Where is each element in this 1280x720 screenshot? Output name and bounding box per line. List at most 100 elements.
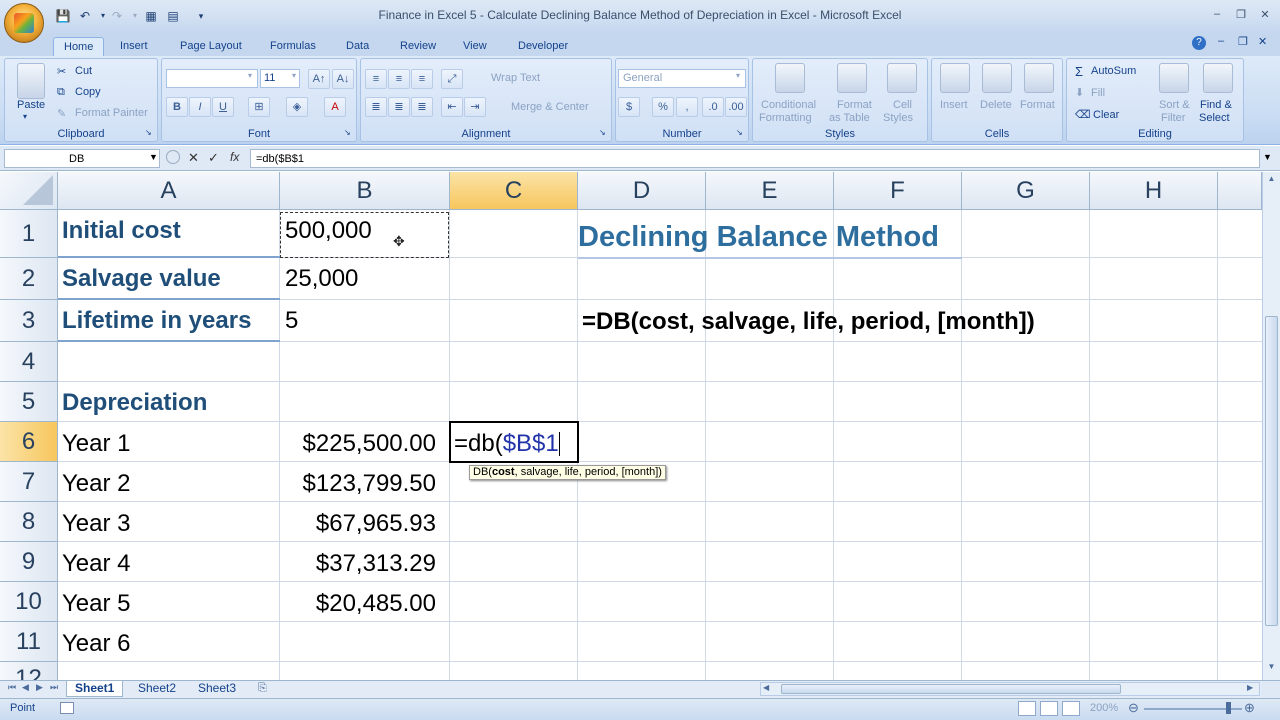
cell-b7[interactable]: $123,799.50 — [280, 472, 436, 496]
cell-d1-title[interactable]: Declining Balance Method — [578, 223, 939, 252]
scroll-right-icon[interactable]: ▶ — [1247, 683, 1253, 692]
column-header-e[interactable]: E — [706, 172, 834, 210]
workbook-close-button[interactable]: ✕ — [1258, 35, 1267, 48]
formula-input[interactable]: =db($B$1 — [250, 149, 1260, 168]
sheet-tab-sheet2[interactable]: Sheet2 — [130, 681, 184, 697]
tab-view[interactable]: View — [453, 37, 497, 56]
tab-review[interactable]: Review — [390, 37, 446, 56]
cell-b3[interactable]: 5 — [285, 309, 298, 333]
number-format-combo[interactable]: General — [618, 69, 746, 88]
font-size-dropdown-icon[interactable]: ▾ — [292, 71, 296, 80]
scroll-up-icon[interactable]: ▲ — [1265, 174, 1278, 186]
paste-icon[interactable] — [17, 63, 45, 99]
paste-dropdown-icon[interactable]: ▾ — [23, 112, 27, 121]
column-header-a[interactable]: A — [58, 172, 280, 210]
column-header-g[interactable]: G — [962, 172, 1090, 210]
conditional-formatting-icon[interactable] — [775, 63, 805, 93]
row-header-1[interactable]: 1 — [0, 210, 58, 258]
cell-a2[interactable]: Salvage value — [62, 267, 221, 291]
align-left-icon[interactable]: ≣ — [365, 97, 387, 117]
function-tooltip[interactable]: DB(cost, salvage, life, period, [month]) — [469, 465, 666, 480]
tab-developer[interactable]: Developer — [508, 37, 578, 56]
align-bottom-icon[interactable]: ≡ — [411, 69, 433, 89]
page-break-view-icon[interactable] — [1062, 701, 1080, 716]
sheet-tab-sheet3[interactable]: Sheet3 — [190, 681, 244, 697]
vertical-scroll-thumb[interactable] — [1265, 316, 1278, 626]
cell-b2[interactable]: 25,000 — [285, 267, 358, 291]
fill-color-icon[interactable]: ◈ — [286, 97, 308, 117]
delete-cells-icon[interactable] — [982, 63, 1012, 93]
workbook-minimize-button[interactable]: – — [1218, 35, 1224, 47]
row-header-3[interactable]: 3 — [0, 300, 58, 342]
cell-a7[interactable]: Year 2 — [62, 472, 131, 496]
insert-function-icon[interactable]: fx — [230, 150, 239, 164]
grow-font-icon[interactable]: A↑ — [308, 69, 330, 89]
row-header-8[interactable]: 8 — [0, 502, 58, 542]
expand-formula-bar-icon[interactable]: ▼ — [1263, 152, 1272, 162]
cell-d3[interactable]: =DB(cost, salvage, life, period, [month]… — [582, 310, 1035, 334]
format-painter-button[interactable]: Format Painter — [75, 107, 148, 119]
minimize-button[interactable]: – — [1206, 8, 1228, 22]
cell-b6[interactable]: $225,500.00 — [280, 432, 436, 456]
normal-view-icon[interactable] — [1018, 701, 1036, 716]
cell-b8[interactable]: $67,965.93 — [280, 512, 436, 536]
borders-icon[interactable]: ⊞ — [248, 97, 270, 117]
font-color-icon[interactable]: A — [324, 97, 346, 117]
row-header-2[interactable]: 2 — [0, 258, 58, 300]
sort-filter-icon[interactable] — [1159, 63, 1189, 93]
zoom-in-icon[interactable]: ⊕ — [1244, 700, 1255, 716]
tab-data[interactable]: Data — [336, 37, 379, 56]
align-middle-icon[interactable]: ≡ — [388, 69, 410, 89]
wrap-text-button[interactable]: Wrap Text — [491, 72, 540, 84]
zoom-out-icon[interactable]: ⊖ — [1128, 700, 1139, 716]
align-right-icon[interactable]: ≣ — [411, 97, 433, 117]
cell-a1[interactable]: Initial cost — [62, 219, 181, 243]
font-name-dropdown-icon[interactable]: ▾ — [248, 71, 252, 80]
currency-icon[interactable]: $ — [618, 97, 640, 117]
cell-b9[interactable]: $37,313.29 — [280, 552, 436, 576]
zoom-slider-thumb[interactable] — [1226, 702, 1231, 714]
conditional-formatting-label-1[interactable]: Conditional — [761, 99, 816, 111]
find-select-label-2[interactable]: Select — [1199, 112, 1230, 124]
column-header-d[interactable]: D — [578, 172, 706, 210]
format-cells-button[interactable]: Format — [1020, 99, 1055, 111]
last-sheet-icon[interactable]: ⏭ — [50, 682, 58, 693]
sort-filter-label-1[interactable]: Sort & — [1159, 99, 1190, 111]
font-launcher-icon[interactable]: ↘ — [344, 128, 351, 137]
workbook-restore-button[interactable]: ❐ — [1238, 35, 1248, 48]
binoculars-icon[interactable] — [1203, 63, 1233, 93]
autosum-button[interactable]: AutoSum — [1091, 65, 1136, 77]
increase-decimal-icon[interactable]: .0 — [702, 97, 724, 117]
find-select-label-1[interactable]: Find & — [1200, 99, 1232, 111]
vertical-scrollbar[interactable]: ▲ ▼ — [1262, 172, 1280, 680]
orientation-icon[interactable]: ⤢ — [441, 69, 463, 89]
sort-filter-label-2[interactable]: Filter — [1161, 112, 1185, 124]
worksheet-grid[interactable]: A B C D E F G H 1 2 3 4 5 6 7 8 9 10 11 … — [0, 172, 1262, 680]
select-all-button[interactable] — [0, 172, 58, 210]
cell-a5[interactable]: Depreciation — [62, 391, 207, 415]
help-icon[interactable]: ? — [1192, 36, 1206, 50]
format-as-table-icon[interactable] — [837, 63, 867, 93]
tab-formulas[interactable]: Formulas — [260, 37, 326, 56]
column-header-b[interactable]: B — [280, 172, 450, 210]
underline-icon[interactable]: U — [212, 97, 234, 117]
row-header-11[interactable]: 11 — [0, 622, 58, 662]
decrease-decimal-icon[interactable]: .00 — [725, 97, 747, 117]
office-button[interactable] — [4, 3, 44, 43]
percent-icon[interactable]: % — [652, 97, 674, 117]
cell-styles-label-2[interactable]: Styles — [883, 112, 913, 124]
row-header-10[interactable]: 10 — [0, 582, 58, 622]
cell-a8[interactable]: Year 3 — [62, 512, 131, 536]
name-box[interactable]: DB — [4, 149, 160, 168]
column-header-c[interactable]: C — [450, 172, 578, 210]
name-box-dropdown-icon[interactable]: ▼ — [149, 152, 158, 162]
increase-indent-icon[interactable]: ⇥ — [464, 97, 486, 117]
cell-a11[interactable]: Year 6 — [62, 632, 131, 656]
number-launcher-icon[interactable]: ↘ — [736, 128, 743, 137]
bold-icon[interactable]: B — [166, 97, 188, 117]
shrink-font-icon[interactable]: A↓ — [332, 69, 354, 89]
cancel-entry-icon[interactable]: ✕ — [188, 150, 199, 166]
format-as-table-label-1[interactable]: Format — [837, 99, 872, 111]
cell-a3[interactable]: Lifetime in years — [62, 309, 251, 333]
next-sheet-icon[interactable]: ▶ — [36, 682, 43, 693]
